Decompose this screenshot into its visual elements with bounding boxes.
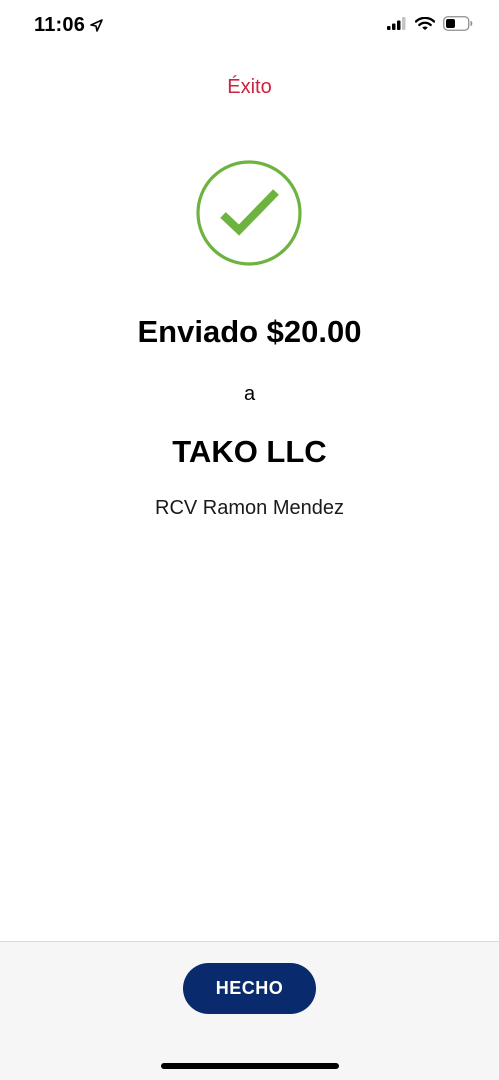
status-icons [387,16,473,31]
recipient-name: TAKO LLC [172,434,327,469]
sent-amount: Enviado $20.00 [137,314,362,349]
home-indicator[interactable] [161,1063,339,1069]
check-circle-icon [196,160,302,266]
battery-icon [443,16,473,31]
status-time: 11:06 [34,14,86,36]
to-label: a [243,383,256,405]
cellular-signal-icon [387,17,406,30]
footer: HECHO [0,941,499,1080]
recipient-detail: RCV Ramon Mendez [155,497,344,519]
page-title: Éxito [227,76,272,98]
location-arrow-icon [90,19,103,32]
status-bar: 11:06 [0,0,499,54]
done-button[interactable]: HECHO [183,963,316,1014]
status-time-group: 11:06 [34,14,103,37]
wifi-icon [415,16,435,30]
